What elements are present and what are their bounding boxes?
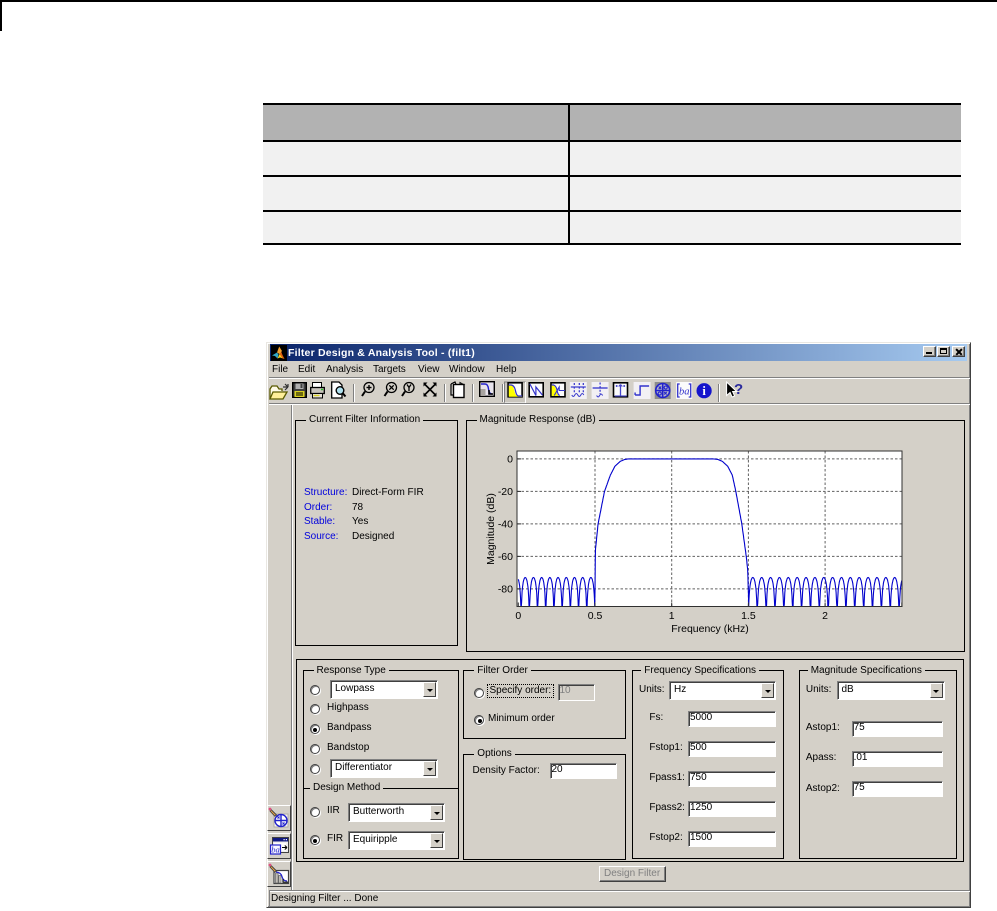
svg-text:Magnitude (dB): Magnitude (dB) xyxy=(485,493,497,565)
svg-text:1.5: 1.5 xyxy=(741,610,756,622)
svg-text:ba: ba xyxy=(679,387,690,398)
svg-text:-60: -60 xyxy=(498,551,513,563)
svg-text:i: i xyxy=(702,384,706,398)
svg-text:2: 2 xyxy=(822,610,828,622)
svg-text:1: 1 xyxy=(669,610,675,622)
svg-text:0.5: 0.5 xyxy=(588,610,603,622)
svg-text:Frequency (kHz): Frequency (kHz) xyxy=(671,623,749,635)
svg-text:-40: -40 xyxy=(498,518,513,530)
svg-text:-20: -20 xyxy=(498,486,513,498)
svg-text:0: 0 xyxy=(515,610,521,622)
svg-text:0: 0 xyxy=(507,453,513,465)
svg-text:-80: -80 xyxy=(498,583,513,595)
svg-text:?: ? xyxy=(734,381,743,398)
svg-text:ba: ba xyxy=(271,845,280,855)
